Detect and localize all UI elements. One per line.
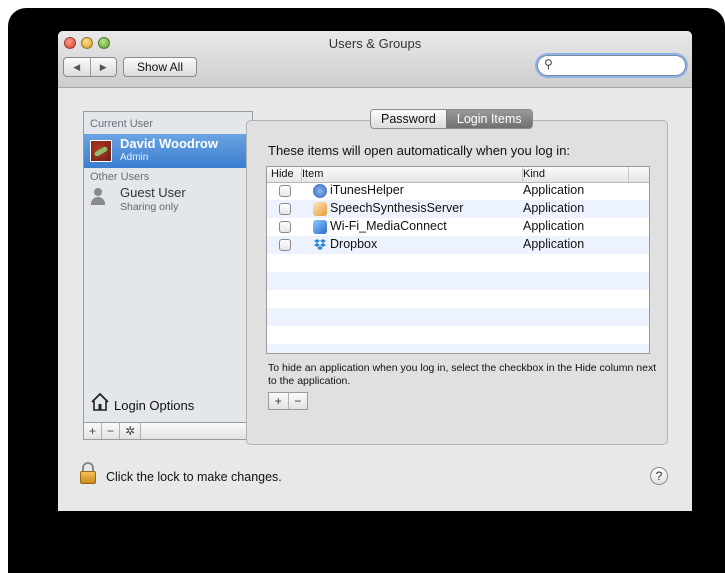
user-list-buttons: + − ✲ bbox=[83, 422, 253, 440]
tab-password[interactable]: Password bbox=[371, 110, 446, 128]
speech-synthesis-server-icon bbox=[313, 202, 327, 216]
remove-login-item-button[interactable]: − bbox=[287, 393, 308, 409]
dropbox-icon bbox=[313, 238, 327, 252]
back-forward-control: ◀ ▶ bbox=[63, 57, 117, 77]
guest-user-icon bbox=[90, 187, 106, 207]
window-title: Users & Groups bbox=[328, 36, 422, 51]
table-header: Hide Item Kind bbox=[267, 167, 649, 183]
item-kind: Application bbox=[523, 183, 585, 197]
other-users-heading: Other Users bbox=[90, 171, 150, 183]
item-kind: Application bbox=[523, 237, 585, 251]
user-item-guest-user[interactable]: Guest User Sharing only bbox=[84, 185, 252, 215]
house-icon bbox=[90, 392, 110, 412]
column-header-item[interactable]: Item bbox=[298, 167, 523, 182]
login-items-buttons: + − bbox=[268, 392, 308, 410]
add-user-button[interactable]: + bbox=[84, 423, 102, 439]
search-icon: ⚲ bbox=[544, 57, 553, 71]
gear-icon[interactable]: ✲ bbox=[120, 423, 141, 439]
item-name: SpeechSynthesisServer bbox=[330, 201, 464, 215]
user-avatar-icon bbox=[90, 140, 112, 162]
login-items-intro: These items will open automatically when… bbox=[268, 143, 571, 158]
table-row[interactable]: Wi-Fi_MediaConnect Application bbox=[267, 218, 649, 236]
current-user-heading: Current User bbox=[90, 118, 153, 130]
forward-icon[interactable]: ▶ bbox=[89, 58, 117, 76]
guest-user-name: Guest User bbox=[120, 185, 186, 200]
column-header-hide[interactable]: Hide bbox=[267, 167, 302, 182]
remove-user-button[interactable]: − bbox=[102, 423, 120, 439]
table-row[interactable]: Dropbox Application bbox=[267, 236, 649, 254]
empty-row bbox=[267, 272, 649, 290]
table-row[interactable]: SpeechSynthesisServer Application bbox=[267, 200, 649, 218]
tab-bar: Password Login Items bbox=[370, 109, 533, 129]
preferences-window: Users & Groups ◀ ▶ Show All ⚲ Current Us… bbox=[58, 31, 692, 511]
back-icon[interactable]: ◀ bbox=[64, 58, 90, 76]
hide-checkbox[interactable] bbox=[279, 185, 291, 197]
hide-hint-text: To hide an application when you log in, … bbox=[268, 362, 657, 387]
window-toolbar: Users & Groups ◀ ▶ Show All ⚲ bbox=[58, 31, 692, 88]
column-header-kind[interactable]: Kind bbox=[519, 167, 629, 182]
show-all-button[interactable]: Show All bbox=[123, 57, 197, 77]
lock-icon[interactable] bbox=[80, 462, 96, 484]
user-item-david-woodrow[interactable]: David Woodrow Admin bbox=[84, 134, 252, 168]
tab-login-items[interactable]: Login Items bbox=[445, 110, 532, 128]
search-input[interactable]: ⚲ bbox=[537, 55, 686, 76]
empty-row bbox=[267, 308, 649, 326]
empty-row bbox=[267, 344, 649, 353]
hide-checkbox[interactable] bbox=[279, 203, 291, 215]
add-login-item-button[interactable]: + bbox=[269, 393, 288, 409]
itunes-helper-icon bbox=[313, 184, 327, 198]
table-row[interactable]: iTunesHelper Application bbox=[267, 182, 649, 200]
help-button[interactable]: ? bbox=[650, 467, 668, 485]
user-list-sidebar: Current User David Woodrow Admin Other U… bbox=[83, 111, 253, 439]
login-items-table: Hide Item Kind iTunesHelper Application … bbox=[266, 166, 650, 354]
item-kind: Application bbox=[523, 219, 585, 233]
empty-row bbox=[267, 326, 649, 344]
item-name: iTunesHelper bbox=[330, 183, 404, 197]
hide-checkbox[interactable] bbox=[279, 239, 291, 251]
lock-message: Click the lock to make changes. bbox=[106, 470, 282, 484]
item-name: Wi-Fi_MediaConnect bbox=[330, 219, 447, 233]
user-name: David Woodrow bbox=[120, 136, 218, 151]
hide-checkbox[interactable] bbox=[279, 221, 291, 233]
item-name: Dropbox bbox=[330, 237, 378, 251]
empty-row bbox=[267, 290, 649, 308]
empty-row bbox=[267, 254, 649, 272]
guest-user-role: Sharing only bbox=[120, 201, 179, 213]
user-role: Admin bbox=[120, 152, 149, 163]
login-options-item[interactable]: Login Options bbox=[114, 398, 194, 413]
item-kind: Application bbox=[523, 201, 585, 215]
wifi-media-connect-icon bbox=[313, 220, 327, 234]
